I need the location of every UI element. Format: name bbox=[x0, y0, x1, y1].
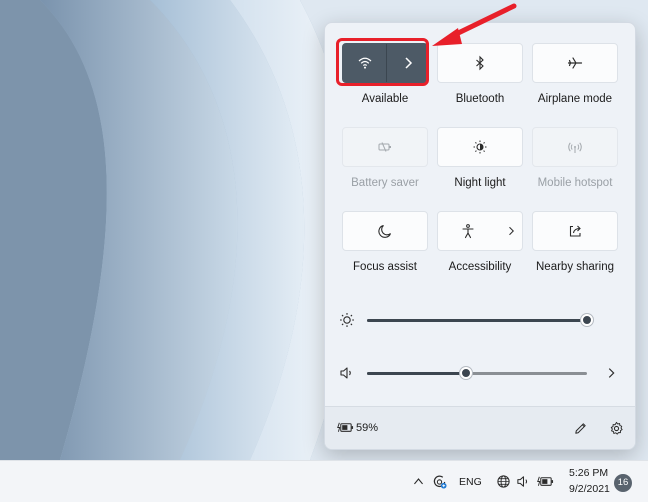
accessibility-toggle[interactable] bbox=[438, 212, 498, 250]
battery-charging-icon bbox=[337, 422, 354, 432]
share-icon bbox=[569, 225, 581, 237]
focus-assist-tile[interactable] bbox=[342, 211, 428, 251]
moon-icon bbox=[378, 224, 392, 238]
edge-update-icon[interactable] bbox=[432, 474, 447, 489]
accessibility-icon bbox=[462, 224, 474, 239]
mobile-hotspot-tile[interactable] bbox=[532, 127, 618, 167]
bluetooth-icon bbox=[476, 55, 484, 71]
battery-tray-icon[interactable] bbox=[537, 476, 554, 488]
brightness-icon bbox=[340, 313, 354, 327]
brightness-slider[interactable] bbox=[339, 310, 625, 330]
taskbar: ENG 5:26 PM 9/2/2021 16 bbox=[0, 460, 648, 502]
night-light-label: Night light bbox=[454, 177, 506, 189]
volume-fill bbox=[367, 372, 466, 375]
chevron-right-icon bbox=[509, 226, 514, 236]
night-light-tile[interactable] bbox=[437, 127, 523, 167]
wifi-label: Available bbox=[361, 93, 409, 105]
focus-assist-label: Focus assist bbox=[353, 261, 417, 273]
clock-time[interactable]: 5:26 PM bbox=[569, 467, 608, 479]
gear-icon[interactable] bbox=[609, 421, 624, 436]
brightness-fill bbox=[367, 319, 587, 322]
hotspot-icon bbox=[568, 142, 582, 153]
airplane-mode-label: Airplane mode bbox=[537, 93, 613, 105]
night-light-icon bbox=[473, 140, 487, 154]
clock-date[interactable]: 9/2/2021 bbox=[569, 483, 610, 495]
language-indicator[interactable]: ENG bbox=[459, 476, 482, 488]
accessibility-label: Accessibility bbox=[448, 261, 512, 273]
globe-icon[interactable] bbox=[496, 474, 511, 489]
battery-saver-icon bbox=[378, 142, 391, 152]
battery-percentage: 59% bbox=[356, 422, 379, 434]
brightness-thumb[interactable] bbox=[581, 314, 593, 326]
airplane-mode-tile[interactable] bbox=[532, 43, 618, 83]
speaker-icon bbox=[340, 367, 351, 379]
volume-slider[interactable] bbox=[339, 363, 625, 383]
airplane-icon bbox=[567, 57, 583, 69]
chevron-up-icon[interactable] bbox=[412, 475, 425, 488]
annotation-highlight-box bbox=[336, 38, 429, 86]
accessibility-tile[interactable] bbox=[437, 211, 523, 251]
battery-saver-label: Battery saver bbox=[351, 177, 419, 189]
nearby-sharing-label: Nearby sharing bbox=[536, 261, 614, 273]
annotation-arrow bbox=[432, 3, 517, 46]
volume-thumb[interactable] bbox=[460, 367, 472, 379]
pencil-icon[interactable] bbox=[573, 421, 588, 436]
mobile-hotspot-label: Mobile hotspot bbox=[537, 177, 613, 189]
nearby-sharing-tile[interactable] bbox=[532, 211, 618, 251]
accessibility-expand-button[interactable] bbox=[498, 212, 524, 250]
notification-count-badge[interactable]: 16 bbox=[614, 474, 632, 492]
bluetooth-label: Bluetooth bbox=[455, 93, 505, 105]
chevron-right-icon[interactable] bbox=[604, 366, 618, 380]
battery-saver-tile[interactable] bbox=[342, 127, 428, 167]
volume-tray-icon[interactable] bbox=[516, 474, 531, 489]
quick-settings-panel: Available Bluetooth Airplane mode Batter… bbox=[324, 22, 636, 450]
quick-settings-footer: 59% bbox=[325, 406, 635, 449]
